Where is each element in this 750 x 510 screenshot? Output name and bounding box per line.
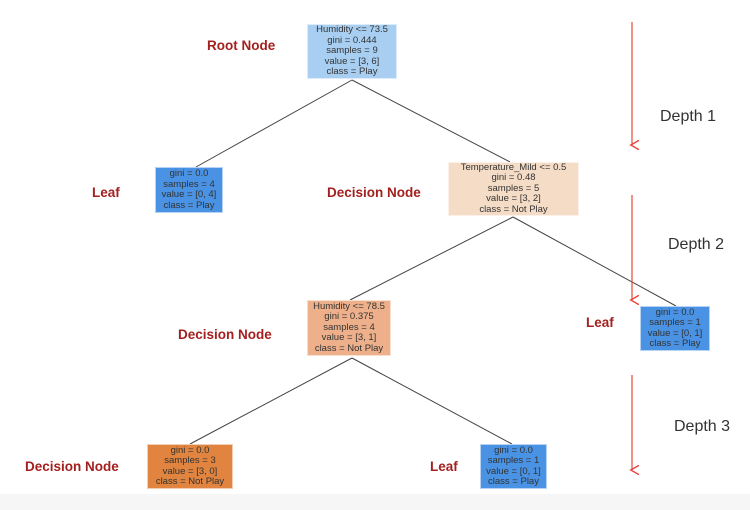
node-text-line: class = Play xyxy=(163,199,215,211)
decision-tree-diagram: Humidity <= 73.5 gini = 0.444 samples = 9v… xyxy=(0,0,750,510)
node-text-line: class = Not Play xyxy=(479,203,548,215)
label-leaf: Leaf xyxy=(430,459,458,474)
node-text-line: class = Not Play xyxy=(155,476,225,487)
decision-node: Temperature_Mild <= 0.5 gini = 0.48 sample… xyxy=(448,162,579,216)
edge-dec1-leaf2 xyxy=(512,216,677,307)
depth-label-1: Depth 1 xyxy=(660,108,717,125)
leaf-node: gini = 0.0 samples = 3 value = [3, 0] class… xyxy=(147,444,233,489)
depth-label-3: Depth 3 xyxy=(674,418,731,435)
label-leaf: Leaf xyxy=(586,315,614,330)
edge-root-dec1 xyxy=(351,79,511,163)
decision-node: Humidity <= 78.5 gini = 0.375 samples = 4v… xyxy=(307,300,391,356)
label-decision-node: Decision Node xyxy=(178,327,272,342)
label-root-node: Root Node xyxy=(207,38,276,53)
label-decision-node: Decision Node xyxy=(327,185,421,200)
node-text-line: class = Play xyxy=(326,66,378,78)
node-text-line: class = Not Play xyxy=(314,342,384,354)
leaf-node: gini = 0.0 samples = 1 value = [0, 1] class… xyxy=(480,444,547,489)
edge-dec1-dec2 xyxy=(349,216,514,301)
node-text-line: value = [0, 4] xyxy=(161,189,217,200)
edge-dec2-leaf4 xyxy=(351,357,513,445)
node-text-line: samples = 1 xyxy=(487,455,540,466)
node-text-line: samples = 3 xyxy=(164,455,216,466)
root-node: Humidity <= 73.5 gini = 0.444 samples = 9v… xyxy=(307,24,397,79)
leaf-node: gini = 0.0 samples = 4 value = [0, 4] class… xyxy=(155,167,223,213)
node-text-line: samples = 1 xyxy=(649,317,701,328)
edge-root-leaf1 xyxy=(195,79,353,168)
node-text-line: class = Play xyxy=(488,476,539,487)
node-text-line: class = Play xyxy=(649,338,701,349)
node-text-line: gini = 0.0 xyxy=(169,168,209,179)
edge-dec2-leaf3 xyxy=(189,357,353,445)
label-leaf: Leaf xyxy=(92,185,120,200)
leaf-node: gini = 0.0 samples = 1 value = [0, 1] class… xyxy=(640,306,710,351)
footer-band xyxy=(0,494,750,510)
depth-label-2: Depth 2 xyxy=(668,236,725,253)
label-decision-node: Decision Node xyxy=(25,459,119,474)
